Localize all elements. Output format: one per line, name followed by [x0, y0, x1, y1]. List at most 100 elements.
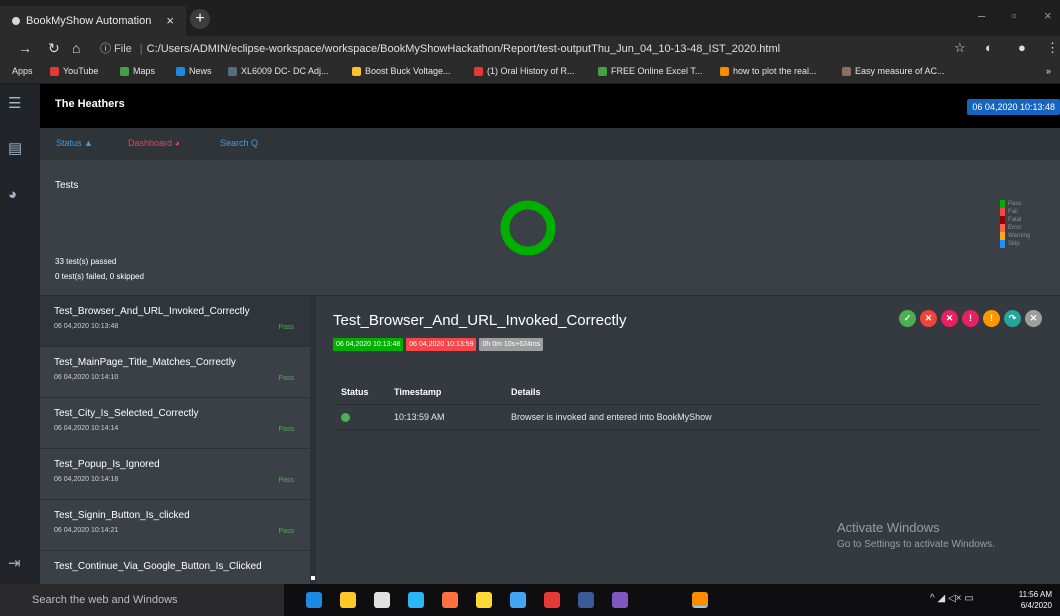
test-list-item[interactable]: Test_City_Is_Selected_Correctly 06 04,20… — [40, 398, 310, 449]
restore-icon[interactable]: ▫ — [1012, 8, 1017, 23]
test-detail-panel: Test_Browser_And_URL_Invoked_Correctly 0… — [316, 296, 1060, 584]
bookmarks-more-icon[interactable]: » — [1046, 66, 1051, 76]
report-date-badge: 06 04,2020 10:13:48 — [967, 99, 1060, 115]
filter-error-icon[interactable]: ! — [962, 310, 979, 327]
summary-title: Tests — [55, 180, 79, 191]
test-name: Test_MainPage_Title_Matches_Correctly — [54, 357, 236, 368]
test-name: Test_City_Is_Selected_Correctly — [54, 408, 199, 419]
ie-icon[interactable] — [408, 592, 424, 608]
watermark-title: Activate Windows — [837, 520, 940, 535]
bookmark-ac-measure[interactable]: Easy measure of AC... — [842, 66, 945, 76]
app-icon[interactable] — [510, 592, 526, 608]
page-icon — [720, 66, 729, 76]
test-name: Test_Browser_And_URL_Invoked_Correctly — [54, 306, 250, 317]
status-legend: Pass Fail Fatal Error Warning Skip — [1000, 200, 1056, 248]
watermark-subtitle: Go to Settings to activate Windows. — [837, 539, 995, 550]
extension-icon[interactable]: ◐ — [985, 40, 993, 55]
store-icon[interactable] — [374, 592, 390, 608]
opera-icon[interactable] — [544, 592, 560, 608]
col-timestamp: Timestamp — [394, 387, 442, 397]
bookmark-star-icon[interactable]: ☆ — [954, 40, 966, 56]
filter-clear-icon[interactable]: ✕ — [1025, 310, 1042, 327]
legend-skip: Skip — [1000, 240, 1056, 248]
detail-time-tags: 06 04,2020 10:13:48 06 04,2020 10:13:59 … — [333, 338, 544, 351]
forward-icon[interactable]: → — [18, 40, 32, 56]
donut-pass-arc — [500, 200, 556, 256]
test-list-item[interactable]: Test_MainPage_Title_Matches_Correctly 06… — [40, 347, 310, 398]
minimize-icon[interactable]: – — [978, 8, 985, 23]
close-window-icon[interactable]: × — [1044, 8, 1052, 23]
firefox-icon[interactable] — [442, 592, 458, 608]
filter-skip-icon[interactable]: ↷ — [1004, 310, 1021, 327]
bookmark-maps[interactable]: Maps — [120, 66, 155, 76]
test-summary-panel: Tests 33 test(s) passed 0 test(s) failed… — [40, 160, 1060, 296]
tests-view-icon[interactable]: ▤ — [8, 139, 22, 157]
excel-icon — [598, 66, 607, 76]
clock-date: 6/4/2020 — [1020, 601, 1052, 610]
clock-time: 11:56 AM — [1018, 590, 1052, 599]
test-list-item[interactable]: Test_Browser_And_URL_Invoked_Correctly 0… — [40, 296, 310, 347]
test-list-item[interactable]: Test_Signin_Button_Is_clicked 06 04,2020… — [40, 500, 310, 551]
file-explorer-icon[interactable] — [340, 592, 356, 608]
new-tab-button[interactable]: + — [190, 9, 210, 29]
maps-icon — [120, 66, 129, 76]
edge-icon[interactable] — [306, 592, 322, 608]
test-status: Pass — [278, 324, 294, 331]
test-status: Pass — [278, 477, 294, 484]
taskbar-search-input[interactable]: Search the web and Windows — [0, 584, 284, 616]
chrome-icon[interactable] — [476, 592, 492, 608]
test-time: 06 04,2020 10:14:14 — [54, 425, 119, 432]
dashboard-view-icon[interactable]: ◕ — [8, 186, 17, 203]
bookmark-plot[interactable]: how to plot the real... — [720, 66, 817, 76]
row-timestamp: 10:13:59 AM — [394, 412, 445, 422]
filter-fail-icon[interactable]: ✕ — [920, 310, 937, 327]
menu-icon[interactable]: ⋮ — [1046, 40, 1059, 56]
facebook-icon[interactable] — [578, 592, 594, 608]
reload-icon[interactable]: ↻ — [48, 40, 60, 57]
url-input[interactable]: ⓘ File | C:/Users/ADMIN/eclipse-workspace/… — [100, 40, 950, 58]
detail-table-header: Status Timestamp Details — [333, 381, 1043, 405]
home-icon[interactable]: ⌂ — [72, 40, 80, 56]
start-time-badge: 06 04,2020 10:13:48 — [333, 338, 404, 351]
browser-tab[interactable]: BookMyShow Automation × — [0, 6, 186, 36]
filter-pass-icon[interactable]: ✓ — [899, 310, 916, 327]
filter-fatal-icon[interactable]: ✕ — [941, 310, 958, 327]
tray-icons[interactable]: ^ ◢ ◁× ▭ — [930, 593, 974, 604]
tab-close-icon[interactable]: × — [166, 13, 174, 28]
bookmark-xl6009[interactable]: XL6009 DC- DC Adj... — [228, 66, 329, 76]
report-brand: The Heathers — [55, 98, 125, 110]
bookmark-excel[interactable]: FREE Online Excel T... — [598, 66, 702, 76]
bookmark-oral-history[interactable]: (1) Oral History of R... — [474, 66, 575, 76]
test-name: Test_Continue_Via_Google_Button_Is_Click… — [54, 561, 262, 572]
status-filter-buttons: ✓ ✕ ✕ ! ! ↷ ✕ — [899, 310, 1042, 327]
status-filter-button[interactable]: Status ▲ — [56, 138, 93, 148]
url-text: C:/Users/ADMIN/eclipse-workspace/workspa… — [146, 43, 781, 55]
taskbar-clock[interactable]: 11:56 AM 6/4/2020 — [1019, 589, 1052, 611]
report-page: ☰ ▤ ◕ ⇥ The Heathers 06 04,2020 10:13:48… — [0, 84, 1060, 584]
app-icon[interactable] — [612, 592, 628, 608]
windows-taskbar: Search the web and Windows ^ ◢ ◁× ▭ 11:5… — [0, 584, 1060, 616]
test-list-item[interactable]: Test_Continue_Via_Google_Button_Is_Click… — [40, 551, 310, 584]
chrome-active-icon[interactable] — [692, 592, 708, 608]
exit-icon[interactable]: ⇥ — [8, 554, 21, 572]
test-list-item[interactable]: Test_Popup_Is_Ignored 06 04,2020 10:14:1… — [40, 449, 310, 500]
menu-toggle-icon[interactable]: ☰ — [8, 94, 21, 112]
col-details: Details — [511, 387, 541, 397]
search-button[interactable]: Search Q — [220, 138, 258, 148]
dashboard-link[interactable]: Dashboard ◕ — [128, 138, 180, 148]
report-subnav: Status ▲ Dashboard ◕ Search Q — [40, 128, 1060, 160]
bookmark-youtube[interactable]: YouTube — [50, 66, 98, 76]
test-status: Pass — [278, 528, 294, 535]
browser-addressbar: → ↻ ⌂ ⓘ File | C:/Users/ADMIN/eclipse-work… — [0, 36, 1060, 62]
passed-count: 33 test(s) passed — [55, 257, 117, 266]
filter-warning-icon[interactable]: ! — [983, 310, 1000, 327]
scrollbar-thumb[interactable] — [311, 576, 315, 580]
page-icon — [228, 66, 237, 76]
bookmark-boost-buck[interactable]: Boost Buck Voltage... — [352, 66, 451, 76]
profile-icon[interactable]: ● — [1018, 40, 1026, 55]
bookmark-apps[interactable]: Apps — [12, 66, 33, 76]
test-name: Test_Signin_Button_Is_clicked — [54, 510, 190, 521]
bookmark-news[interactable]: News — [176, 66, 212, 76]
legend-fatal: Fatal — [1000, 216, 1056, 224]
duration-badge: 0h 0m 10s+624ms — [479, 338, 544, 351]
